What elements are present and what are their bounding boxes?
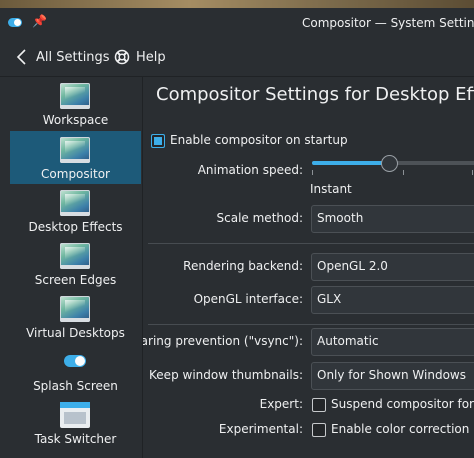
chevron-left-icon	[16, 49, 26, 65]
tearing-prevention-value: Automatic	[317, 334, 379, 348]
section-divider	[148, 324, 474, 325]
sidebar-item-label: Workspace	[42, 113, 109, 127]
all-settings-label: All Settings	[36, 49, 110, 65]
main-panel: Compositor Settings for Desktop Effects …	[143, 77, 474, 458]
sidebar-item-label: Screen Edges	[34, 273, 117, 287]
title-bar: 📌 Compositor — System Settings	[0, 8, 474, 38]
opengl-interface-label: OpenGL interface:	[193, 292, 303, 306]
sidebar-item-desktop-effects[interactable]: Desktop Effects	[10, 184, 141, 237]
desktop-effects-icon	[60, 190, 90, 216]
sidebar: Workspace Compositor Desktop Effects Scr…	[10, 77, 141, 458]
sidebar-item-screen-edges[interactable]: Screen Edges	[10, 237, 141, 290]
rendering-backend-label: Rendering backend:	[183, 259, 303, 273]
pin-icon[interactable]: 📌	[32, 14, 47, 28]
splash-screen-icon	[60, 349, 90, 375]
keep-thumbnails-value: Only for Shown Windows	[317, 368, 466, 382]
enable-on-startup-label: Enable compositor on startup	[170, 133, 348, 147]
navigation-bar: All Settings Help	[0, 38, 474, 77]
sidebar-item-workspace[interactable]: Workspace	[10, 77, 141, 130]
rendering-backend-combobox[interactable]: OpenGL 2.0	[311, 253, 474, 281]
sidebar-item-virtual-desktops[interactable]: Virtual Desktops	[10, 290, 141, 343]
all-settings-button[interactable]: All Settings	[14, 46, 110, 68]
help-lifebuoy-icon	[114, 49, 130, 65]
opengl-interface-value: GLX	[317, 292, 342, 306]
virtual-desktops-icon	[60, 296, 90, 322]
sidebar-item-splash-screen[interactable]: Splash Screen	[10, 343, 141, 396]
expert-label: Expert:	[259, 397, 303, 411]
screen-edges-icon	[60, 243, 90, 269]
sidebar-item-task-switcher[interactable]: Task Switcher	[10, 396, 141, 449]
tearing-prevention-combobox[interactable]: Automatic	[311, 328, 474, 356]
animation-speed-label: Animation speed:	[197, 163, 303, 177]
opengl-interface-combobox[interactable]: GLX	[311, 286, 474, 314]
animation-speed-min-label: Instant	[310, 182, 352, 196]
suspend-compositor-checkbox[interactable]	[312, 398, 326, 412]
section-divider	[148, 243, 474, 244]
help-button[interactable]: Help	[114, 46, 166, 68]
scale-method-value: Smooth	[317, 211, 364, 225]
keep-thumbnails-combobox[interactable]: Only for Shown Windows	[311, 362, 474, 390]
help-label: Help	[136, 49, 166, 65]
sidebar-item-compositor[interactable]: Compositor	[10, 131, 141, 184]
workspace-icon	[60, 83, 90, 109]
rendering-backend-value: OpenGL 2.0	[317, 259, 388, 273]
sidebar-item-label: Task Switcher	[34, 432, 117, 446]
slider-tick	[472, 170, 473, 175]
task-switcher-icon	[60, 402, 90, 428]
color-correction-checkbox[interactable]	[312, 423, 326, 437]
compositor-icon	[60, 137, 90, 163]
app-toggle-icon[interactable]	[8, 18, 22, 27]
sidebar-item-label: Virtual Desktops	[26, 326, 125, 340]
animation-speed-slider-handle[interactable]	[381, 155, 398, 172]
experimental-label: Experimental:	[218, 422, 303, 436]
keep-thumbnails-label: Keep window thumbnails:	[149, 368, 303, 382]
color-correction-label: Enable color correction	[331, 422, 470, 436]
scale-method-combobox[interactable]: Smooth	[311, 205, 474, 233]
sidebar-item-label: Desktop Effects	[28, 220, 123, 234]
slider-tick	[312, 170, 313, 175]
tearing-prevention-label: Tearing prevention ("vsync"):	[143, 334, 303, 348]
animation-speed-slider-fill	[312, 161, 390, 165]
desktop-wallpaper-strip	[0, 0, 474, 8]
sidebar-item-label: Splash Screen	[33, 379, 118, 393]
window-title: Compositor — System Settings	[302, 16, 474, 30]
suspend-compositor-label: Suspend compositor for fu	[331, 397, 474, 411]
scale-method-label: Scale method:	[216, 211, 303, 225]
enable-on-startup-checkbox[interactable]	[151, 134, 165, 148]
sidebar-item-label: Compositor	[41, 167, 110, 181]
slider-tick	[403, 170, 404, 175]
page-title: Compositor Settings for Desktop Effects	[156, 84, 474, 105]
